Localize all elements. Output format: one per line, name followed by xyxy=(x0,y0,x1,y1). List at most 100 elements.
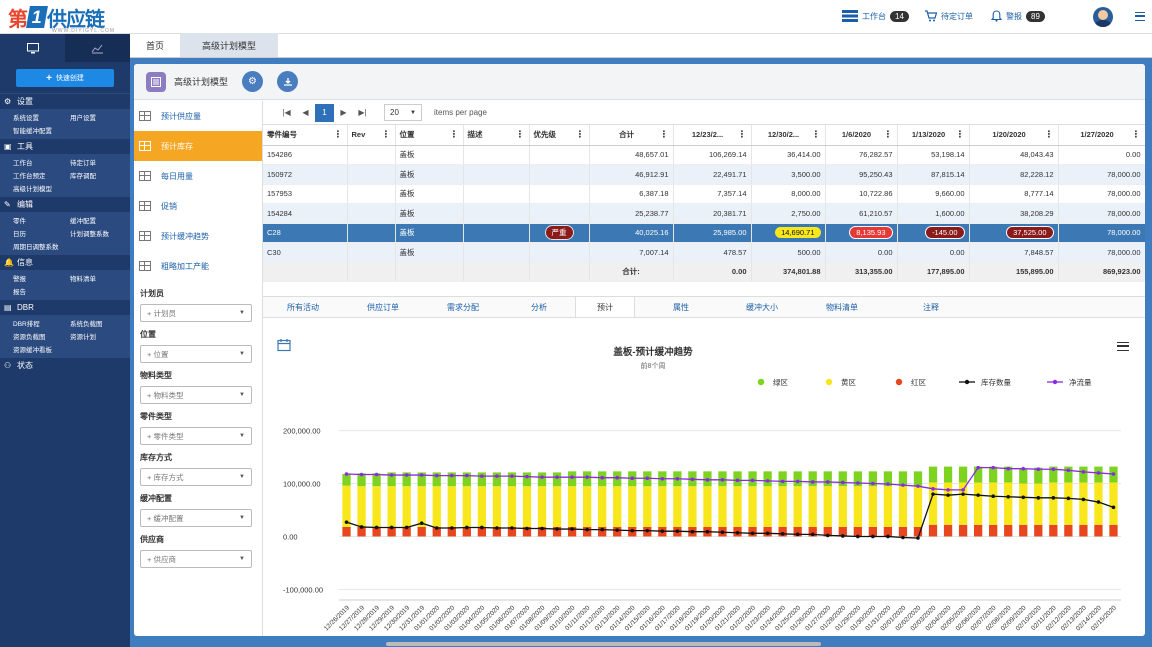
sidebar-section-4[interactable]: ▤ DBR xyxy=(0,299,130,315)
tab-home[interactable]: 首页 xyxy=(130,33,180,57)
column-menu-icon[interactable]: ⋮ xyxy=(660,129,669,140)
filter-select[interactable]: + 位置 ▼ xyxy=(140,345,252,363)
first-page-button[interactable]: |◀ xyxy=(277,104,296,122)
column-header[interactable]: 1/13/2020 ⋮ xyxy=(897,125,970,146)
workbench-link[interactable]: 工作台 14 xyxy=(842,10,909,22)
left-menu-item[interactable]: 预计库存 xyxy=(134,131,262,161)
sidebar-item[interactable]: DBR排程 xyxy=(0,318,57,328)
sidebar-section-0[interactable]: ⚙ 设置 xyxy=(0,93,130,109)
bottom-tab[interactable]: 供应订单 xyxy=(343,297,423,317)
filter-select[interactable]: + 库存方式 ▼ xyxy=(140,468,252,486)
sidebar-item[interactable]: 用户设置 xyxy=(57,112,114,122)
column-menu-icon[interactable]: ⋮ xyxy=(1132,129,1141,140)
sidebar-section-5[interactable]: ⚇ 状态 xyxy=(0,357,130,373)
bottom-tab[interactable]: 所有活动 xyxy=(263,297,343,317)
download-button[interactable] xyxy=(277,71,299,92)
sidebar-item[interactable]: 待定订单 xyxy=(57,157,114,167)
column-menu-icon[interactable]: ⋮ xyxy=(738,129,747,140)
alerts-link[interactable]: 警报 89 xyxy=(991,10,1045,22)
horizontal-scrollbar[interactable] xyxy=(386,642,821,646)
column-header[interactable]: 12/30/2... ⋮ xyxy=(751,125,826,146)
sidebar-item[interactable]: 资源计划 xyxy=(57,331,114,341)
filter-select[interactable]: + 零件类型 ▼ xyxy=(140,427,252,445)
column-menu-icon[interactable]: ⋮ xyxy=(516,129,525,140)
column-header[interactable]: 1/6/2020 ⋮ xyxy=(825,125,898,146)
column-menu-icon[interactable]: ⋮ xyxy=(812,129,821,140)
table-row[interactable]: 154284 盖板 25,238.77 20,381.71 2,750.00 61,210… xyxy=(263,203,1145,224)
left-menu-item[interactable]: 预计供应量 xyxy=(134,101,262,131)
monitor-tab[interactable] xyxy=(0,34,65,62)
bottom-tab[interactable]: 物料清单 xyxy=(797,297,887,317)
sidebar-item[interactable]: 工作台预定 xyxy=(0,170,57,180)
table-row[interactable]: 154286 盖板 48,657.01 106,269.14 36,414.00 76,2… xyxy=(263,145,1145,165)
sidebar-section-2[interactable]: ✎ 编辑 xyxy=(0,196,130,212)
column-menu-icon[interactable]: ⋮ xyxy=(576,129,585,140)
table-row[interactable]: C28 盖板 严重 40,025.16 25,985.00 14,690.71 8,135.… xyxy=(263,223,1145,243)
last-page-button[interactable]: ▶| xyxy=(353,104,372,122)
sidebar-item[interactable]: 高级计划模型 xyxy=(0,183,114,193)
filter-select[interactable]: + 缓冲配置 ▼ xyxy=(140,509,252,527)
bottom-tab[interactable]: 注释 xyxy=(887,297,975,317)
left-menu-item[interactable]: 粗略加工产能 xyxy=(134,251,262,281)
current-page[interactable]: 1 xyxy=(315,103,334,122)
bottom-tab[interactable]: 属性 xyxy=(635,297,727,317)
column-header[interactable]: 零件编号 ⋮ xyxy=(263,125,348,146)
bottom-tab[interactable]: 需求分配 xyxy=(423,297,503,317)
column-header[interactable]: Rev ⋮ xyxy=(347,125,396,146)
column-header[interactable]: 1/27/2020 ⋮ xyxy=(1058,125,1145,146)
bottom-tab[interactable]: 预计 xyxy=(575,297,635,317)
bottom-tab[interactable]: 分析 xyxy=(503,297,575,317)
column-menu-icon[interactable]: ⋮ xyxy=(334,129,343,140)
column-menu-icon[interactable]: ⋮ xyxy=(450,129,459,140)
table-row[interactable]: 157953 盖板 6,387.18 7,357.14 8,000.00 10,722.8… xyxy=(263,184,1145,204)
avatar[interactable] xyxy=(1093,7,1113,27)
sidebar-item[interactable]: 物料清单 xyxy=(57,273,114,283)
legend-label[interactable]: 库存数量 xyxy=(981,377,1011,387)
sidebar-item[interactable]: 日历 xyxy=(0,228,57,238)
table-row[interactable]: 150972 盖板 46,912.91 22,491.71 3,500.00 95,250… xyxy=(263,164,1145,185)
left-menu-item[interactable]: 促销 xyxy=(134,191,262,221)
sidebar-item[interactable]: 智能缓冲配置 xyxy=(0,125,114,135)
column-header[interactable]: 优先级 ⋮ xyxy=(529,125,590,146)
quick-create-button[interactable]: + 快速创建 xyxy=(16,69,114,87)
sidebar-item[interactable]: 缓冲配置 xyxy=(57,215,114,225)
column-header[interactable]: 描述 ⋮ xyxy=(463,125,530,146)
sidebar-item[interactable]: 系统设置 xyxy=(0,112,57,122)
logo[interactable]: 第 1 供应链 WWW.DIYIGYL.COM xyxy=(8,4,114,34)
legend-label[interactable]: 净流量 xyxy=(1069,377,1092,387)
filter-select[interactable]: + 物料类型 ▼ xyxy=(140,386,252,404)
sidebar-item[interactable]: 报告 xyxy=(0,286,114,296)
sidebar-item[interactable]: 警报 xyxy=(0,273,57,283)
sidebar-item[interactable]: 系统负载图 xyxy=(57,318,114,328)
column-menu-icon[interactable]: ⋮ xyxy=(1045,129,1054,140)
column-menu-icon[interactable]: ⋮ xyxy=(884,129,893,140)
left-menu-item[interactable]: 每日用量 xyxy=(134,161,262,191)
column-header[interactable]: 合计 ⋮ xyxy=(589,125,674,146)
legend-label[interactable]: 黄区 xyxy=(841,377,856,387)
sidebar-item[interactable]: 库存调配 xyxy=(57,170,114,180)
chart-tab[interactable] xyxy=(65,34,130,62)
sidebar-item[interactable]: 零件 xyxy=(0,215,57,225)
column-header[interactable]: 12/23/2... ⋮ xyxy=(673,125,752,146)
sidebar-item[interactable]: 工作台 xyxy=(0,157,57,167)
pending-orders-link[interactable]: 待定订单 xyxy=(924,10,973,22)
legend-label[interactable]: 红区 xyxy=(911,377,926,387)
column-header[interactable]: 1/20/2020 ⋮ xyxy=(969,125,1059,146)
column-header[interactable]: 位置 ⋮ xyxy=(395,125,464,146)
filter-select[interactable]: + 供应商 ▼ xyxy=(140,550,252,568)
tab-model[interactable]: 高级计划模型 xyxy=(180,33,279,57)
prev-page-button[interactable]: ◀ xyxy=(296,104,315,122)
next-page-button[interactable]: ▶ xyxy=(334,104,353,122)
column-menu-icon[interactable]: ⋮ xyxy=(956,129,965,140)
sidebar-item[interactable]: 计划调整系数 xyxy=(57,228,114,238)
left-menu-item[interactable]: 预计缓冲趋势 xyxy=(134,221,262,251)
sidebar-item[interactable]: 资源负载图 xyxy=(0,331,57,341)
sidebar-item[interactable]: 周期日调整系数 xyxy=(0,241,114,251)
sidebar-item[interactable]: 资源缓冲看板 xyxy=(0,344,114,354)
bottom-tab[interactable]: 缓冲大小 xyxy=(727,297,797,317)
legend-label[interactable]: 绿区 xyxy=(773,378,788,387)
sidebar-section-1[interactable]: ▣ 工具 xyxy=(0,138,130,154)
settings-button[interactable]: ⚙ xyxy=(242,71,264,92)
menu-icon[interactable] xyxy=(1135,12,1145,21)
sidebar-section-3[interactable]: 🔔 信息 xyxy=(0,254,130,270)
